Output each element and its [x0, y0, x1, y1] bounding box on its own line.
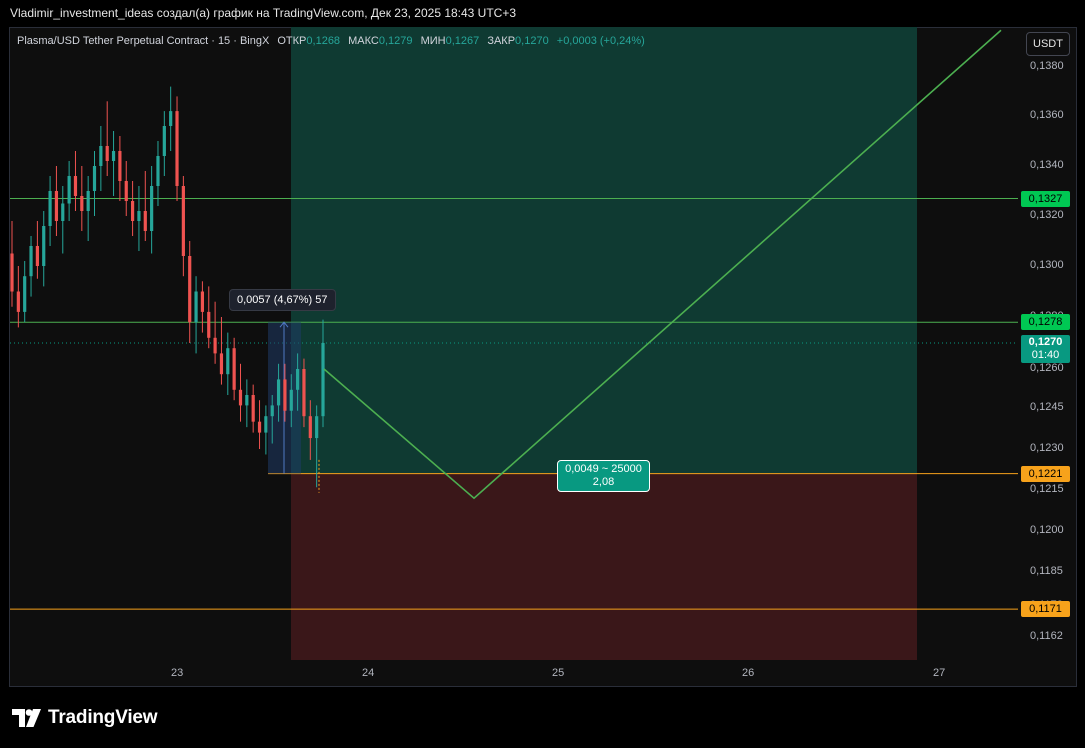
candle-body [111, 151, 116, 161]
candle-body [150, 186, 154, 231]
low-label: МИН [420, 35, 446, 47]
tradingview-logo[interactable]: TradingView [12, 707, 158, 729]
price-tick: 0,1360 [1030, 109, 1064, 121]
measure-tooltip: 0,0057 (4,67%) 57 [229, 289, 336, 311]
tradingview-logo-text: TradingView [48, 707, 158, 728]
candle-body [73, 176, 78, 196]
candle-body [264, 416, 268, 433]
candle-body [188, 256, 192, 323]
high-label: МАКС [348, 35, 379, 47]
close-label: ЗАКР [487, 35, 516, 47]
candle-body [80, 196, 84, 211]
candle-body [124, 181, 128, 201]
entry-price-label: 0,1221 [1021, 465, 1070, 482]
low-value: 0,1267 [445, 35, 480, 47]
open-label: ОТКР [277, 35, 307, 47]
high-value: 0,1279 [378, 35, 413, 47]
candle-body [42, 226, 46, 266]
candle-body [23, 276, 27, 312]
candle-body [213, 337, 217, 354]
candle-body [289, 389, 293, 411]
price-tick: 0,1200 [1030, 524, 1064, 536]
candle-body [99, 146, 103, 166]
candle-body [283, 379, 287, 411]
time-tick: 24 [362, 667, 375, 679]
price-tick: 0,1260 [1030, 362, 1064, 374]
candle-body [48, 191, 52, 226]
candle-body [219, 353, 224, 375]
time-tick: 23 [171, 667, 184, 679]
tradingview-logo-icon [12, 709, 41, 727]
risk-reward-amount: 0,0049 ~ 25000 [565, 463, 642, 475]
price-tick: 0,1230 [1030, 442, 1064, 454]
candle-body [232, 348, 236, 390]
stop-price-label: 0,1171 [1021, 601, 1070, 618]
candle-body [54, 191, 59, 221]
resistance-price-label: 0,1278 [1021, 314, 1070, 331]
price-tick: 0,1185 [1030, 565, 1063, 577]
open-value: 0,1268 [306, 35, 341, 47]
candle-body [276, 379, 281, 406]
price-tick: 0,1162 [1030, 630, 1063, 642]
candle-body [10, 253, 14, 292]
candle-body [29, 246, 33, 277]
candle-body [302, 369, 306, 417]
time-tick: 27 [933, 667, 946, 679]
symbol-legend[interactable]: Plasma/USD Tether Perpetual Contract · 1… [17, 35, 645, 47]
candle-body [226, 348, 230, 375]
close-value: 0,1270 [515, 35, 549, 47]
symbol-name: Plasma/USD Tether Perpetual Contract · 1… [17, 35, 270, 47]
candle-body [169, 111, 173, 126]
candle-body [143, 211, 147, 231]
profit-zone [291, 27, 917, 474]
candle-body [61, 203, 65, 221]
currency-button[interactable]: USDT [1026, 32, 1070, 56]
candle-body [67, 176, 71, 204]
candle-body [238, 389, 243, 406]
candle-body [16, 291, 20, 312]
price-tick: 0,1215 [1030, 483, 1064, 495]
candle-body [130, 201, 135, 221]
candle-body [321, 343, 325, 417]
candle-body [270, 405, 274, 417]
loss-zone [291, 473, 917, 660]
candle-body [245, 395, 249, 406]
target-price-label: 0,1327 [1021, 190, 1070, 207]
price-tick: 0,1380 [1030, 60, 1064, 72]
price-tick: 0,1245 [1030, 401, 1064, 413]
price-chart[interactable] [0, 0, 1085, 748]
candle-body [162, 126, 166, 156]
candle-body [105, 146, 109, 161]
candle-body [200, 291, 205, 312]
candle-body [181, 186, 185, 256]
candle-body [86, 191, 90, 211]
candle-body [315, 416, 319, 439]
risk-reward-ratio: 2,08 [592, 476, 615, 488]
time-tick: 26 [742, 667, 755, 679]
price-tick: 0,1340 [1030, 159, 1064, 171]
candle-body [35, 246, 39, 266]
risk-reward-label[interactable]: 0,0049 ~ 25000 2,08 [557, 460, 650, 492]
change-value: +0,0003 (+0,24%) [556, 35, 645, 47]
price-tick: 0,1320 [1030, 209, 1064, 221]
candle-body [257, 421, 262, 433]
current-price-value: 0,1270 [1028, 336, 1063, 348]
candle-body [308, 416, 312, 439]
price-tick: 0,1300 [1030, 259, 1064, 271]
time-tick: 25 [552, 667, 565, 679]
candle-body [207, 311, 211, 338]
candle-body [175, 111, 179, 186]
candle-body [296, 369, 300, 390]
candle-body [118, 151, 122, 181]
candle-body [194, 291, 198, 323]
candle-body [92, 166, 97, 191]
current-price-label: 0,1270 01:40 [1021, 335, 1070, 363]
bar-countdown: 01:40 [1031, 349, 1060, 361]
candle-body [156, 156, 160, 186]
candle-body [137, 211, 141, 221]
candle-body [251, 395, 255, 422]
